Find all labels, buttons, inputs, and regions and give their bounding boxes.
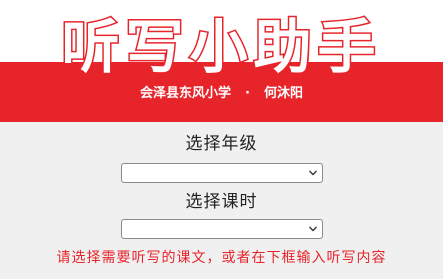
app-title: 听写小助手: [60, 13, 382, 82]
grade-select[interactable]: [121, 163, 323, 183]
instruction-hint: 请选择需要听写的课文，或者在下框输入听写内容: [56, 250, 387, 266]
lesson-label: 选择课时: [185, 192, 258, 212]
lesson-select[interactable]: [121, 219, 323, 239]
grade-label: 选择年级: [185, 134, 258, 154]
subtitle-separator: ·: [245, 86, 250, 101]
school-name: 会泽县东风小学: [140, 86, 232, 101]
author-name: 何沐阳: [263, 86, 303, 101]
chevron-down-icon: [309, 226, 317, 232]
chevron-down-icon: [309, 170, 317, 176]
header-subtitle: 会泽县东风小学 · 何沐阳: [0, 86, 443, 102]
